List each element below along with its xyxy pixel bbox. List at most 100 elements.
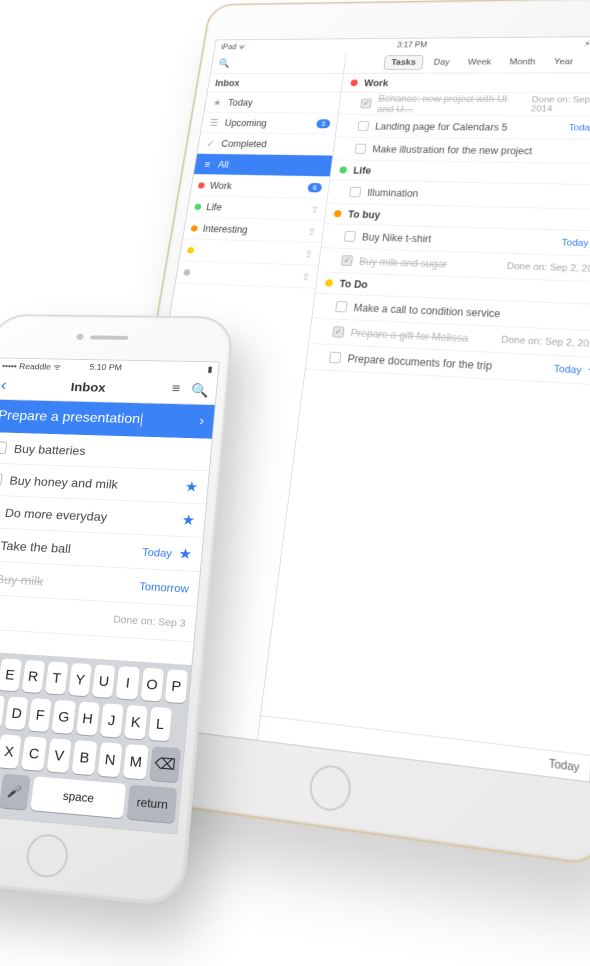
list-color-dot	[191, 225, 198, 231]
checkbox[interactable]	[0, 441, 7, 454]
speaker	[90, 335, 128, 339]
segment-tasks[interactable]: Tasks	[383, 55, 424, 70]
sidebar-icon: ✓	[204, 138, 217, 148]
sidebar-item-Today[interactable]: ★ Today	[204, 93, 340, 114]
task-label: Landing page for Calendars 5	[375, 121, 508, 133]
checkbox[interactable]	[358, 121, 370, 131]
due-tomorrow: Tomorrow	[139, 579, 190, 594]
key-m[interactable]: M	[123, 744, 148, 779]
search-icon: 🔍	[218, 58, 231, 68]
checkbox[interactable]: ✓	[332, 326, 344, 338]
sidebar-item-Work[interactable]: Work 6	[190, 175, 329, 199]
key-mic[interactable]: 🎤	[0, 774, 31, 810]
sidebar-item-label: Work	[209, 180, 233, 191]
group-header[interactable]: Work	[341, 73, 590, 93]
front-camera	[76, 334, 84, 340]
done-date: Done on: Sep 2, 2014	[501, 334, 590, 349]
sidebar-item-Completed[interactable]: ✓Completed	[197, 133, 335, 155]
sidebar-header: Inbox	[208, 74, 343, 93]
key-g[interactable]: G	[52, 700, 76, 734]
checkbox[interactable]	[0, 473, 3, 486]
done-date: Done on: Sep 3	[113, 614, 186, 629]
done-date: Done on: Sep 2, 2014	[531, 95, 590, 114]
key-x[interactable]: X	[0, 734, 22, 769]
count-badge: 6	[307, 183, 322, 193]
key-f[interactable]: F	[28, 698, 52, 732]
task-label: Buy milk	[0, 571, 44, 588]
segment-week[interactable]: Week	[460, 54, 500, 69]
share-icon[interactable]: ⇪	[301, 271, 311, 283]
key-v[interactable]: V	[46, 738, 71, 773]
key-delete[interactable]: ⌫	[149, 746, 181, 782]
key-b[interactable]: B	[72, 740, 97, 775]
task-row[interactable]: ✓ Behance: new project with UI and U… Done…	[339, 93, 590, 117]
key-d[interactable]: D	[5, 696, 29, 730]
checkbox[interactable]	[335, 301, 347, 312]
back-button[interactable]: ‹	[0, 377, 8, 395]
key-o[interactable]: O	[140, 668, 164, 702]
key-return[interactable]: return	[127, 784, 177, 823]
search-icon[interactable]: 🔍	[190, 382, 209, 399]
key-l[interactable]: L	[148, 707, 172, 742]
task-label: Behance: new project with UI and U…	[377, 93, 526, 115]
chevron-right-icon[interactable]: ›	[199, 414, 205, 429]
key-t[interactable]: T	[45, 661, 69, 694]
sidebar-item-label: Today	[227, 97, 253, 107]
key-c[interactable]: C	[21, 736, 46, 771]
ipad-home-button[interactable]	[307, 763, 353, 814]
share-icon[interactable]: ⇪	[310, 204, 320, 215]
done-date: Done on: Sep 2, 2014	[507, 261, 590, 274]
sidebar-icon: ≡	[201, 159, 214, 170]
star-icon[interactable]: ★	[178, 544, 193, 563]
checkbox[interactable]	[329, 352, 342, 364]
sidebar-item-All[interactable]: ≡All	[194, 154, 333, 177]
task-label: Prepare a gift for Melissa	[350, 327, 469, 344]
star-icon[interactable]: ★	[184, 478, 199, 496]
task-label: Buy honey and milk	[9, 473, 119, 491]
due-today: Today	[561, 237, 588, 248]
task-row[interactable]: Landing page for Calendars 5Today★	[336, 115, 590, 140]
search-bar[interactable]: 🔍	[211, 52, 346, 74]
list-color-dot	[183, 269, 190, 276]
new-task-text: Prepare a presentation	[0, 409, 141, 428]
sidebar-item-list[interactable]: ⇪	[176, 261, 319, 289]
star-icon[interactable]: ★	[181, 511, 196, 529]
sidebar-icon: ★	[211, 97, 223, 107]
group-color-dot	[325, 279, 334, 287]
segment-year[interactable]: Year	[546, 54, 581, 69]
group-title: Work	[364, 78, 389, 88]
key-r[interactable]: R	[21, 660, 45, 693]
checkbox[interactable]	[344, 231, 356, 242]
key-space[interactable]: space	[31, 776, 127, 818]
checkbox[interactable]: ✓	[341, 255, 353, 266]
menu-icon[interactable]: ≡	[171, 381, 181, 398]
task-label: Do more everyday	[4, 505, 108, 523]
key-n[interactable]: N	[97, 742, 122, 777]
key-h[interactable]: H	[76, 702, 100, 736]
keyboard[interactable]: QWERTYUIOP ASDFGHJKL ⇧ZXCVBNM⌫ 123🌐🎤spac…	[0, 650, 192, 834]
segment-day[interactable]: Day	[426, 55, 458, 70]
task-label: Make illustration for the new project	[372, 144, 533, 157]
count-badge: 3	[316, 119, 331, 128]
checkbox[interactable]: ✓	[360, 99, 372, 109]
key-i[interactable]: I	[116, 666, 140, 700]
iphone-device: ••••• Readdle ᯤ 5:10 PM ▮ ‹ Inbox ≡ 🔍 Pr…	[0, 314, 234, 907]
task-label: Take the ball	[0, 538, 72, 555]
checkbox[interactable]	[349, 187, 361, 197]
group-title: To buy	[347, 208, 380, 220]
sidebar-item-Upcoming[interactable]: ☰Upcoming3	[201, 113, 338, 135]
key-j[interactable]: J	[100, 703, 124, 737]
checkbox[interactable]	[355, 144, 367, 154]
iphone-home-button[interactable]	[24, 832, 70, 879]
share-icon[interactable]: ⇪	[307, 226, 317, 237]
key-y[interactable]: Y	[68, 663, 92, 696]
key-e[interactable]: E	[0, 658, 22, 691]
view-segmented-control[interactable]: TasksDayWeekMonthYear＋	[344, 50, 590, 73]
share-icon[interactable]: ⇪	[304, 248, 314, 260]
group-title: To Do	[339, 278, 368, 291]
group-color-dot	[339, 166, 347, 173]
key-k[interactable]: K	[124, 705, 148, 740]
key-u[interactable]: U	[92, 664, 116, 698]
segment-month[interactable]: Month	[501, 54, 543, 69]
key-p[interactable]: P	[165, 669, 189, 703]
